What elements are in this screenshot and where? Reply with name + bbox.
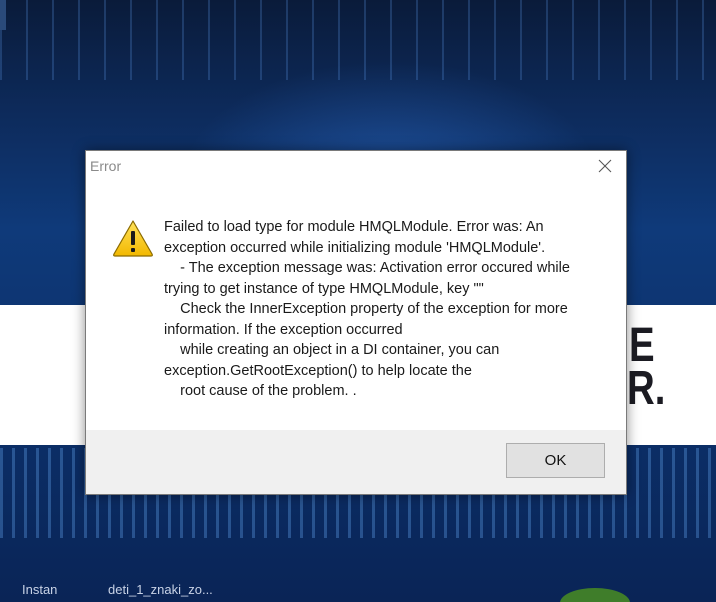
message-line: information. If the exception occurred: [164, 321, 403, 338]
message-line: exception occurred while initializing mo…: [164, 239, 546, 256]
message-line: Failed to load type for module HMQLModul…: [164, 219, 544, 235]
taskbar-item-label[interactable]: deti_1_znaki_zo...: [108, 582, 213, 597]
close-icon: [598, 159, 612, 173]
message-line: - The exception message was: Activation …: [164, 260, 570, 276]
message-line: Check the InnerException property of the…: [164, 301, 568, 317]
desktop-background: E R. Instan deti_1_znaki_zo... Error Fai…: [0, 0, 716, 602]
warning-triangle-icon: [113, 220, 153, 257]
desktop-decoration: [560, 588, 630, 602]
message-line: exception.GetRootException() to help loc…: [164, 362, 472, 379]
taskbar-item-label[interactable]: Instan: [22, 582, 57, 597]
close-button[interactable]: [590, 153, 620, 179]
ok-button[interactable]: OK: [506, 443, 605, 478]
error-dialog: Error Failed to load type for module HMQ…: [85, 150, 627, 495]
error-message: Failed to load type for module HMQLModul…: [164, 217, 604, 402]
dialog-titlebar[interactable]: Error: [86, 151, 626, 181]
message-line: while creating an object in a DI contain…: [164, 342, 500, 358]
message-line: trying to get instance of type HMQLModul…: [164, 280, 484, 297]
background-letter-r: R.: [627, 362, 666, 415]
message-line: root cause of the problem. .: [164, 383, 357, 399]
dialog-title: Error: [90, 158, 122, 174]
background-left-strip: [0, 0, 6, 30]
dialog-footer: OK: [86, 430, 626, 494]
